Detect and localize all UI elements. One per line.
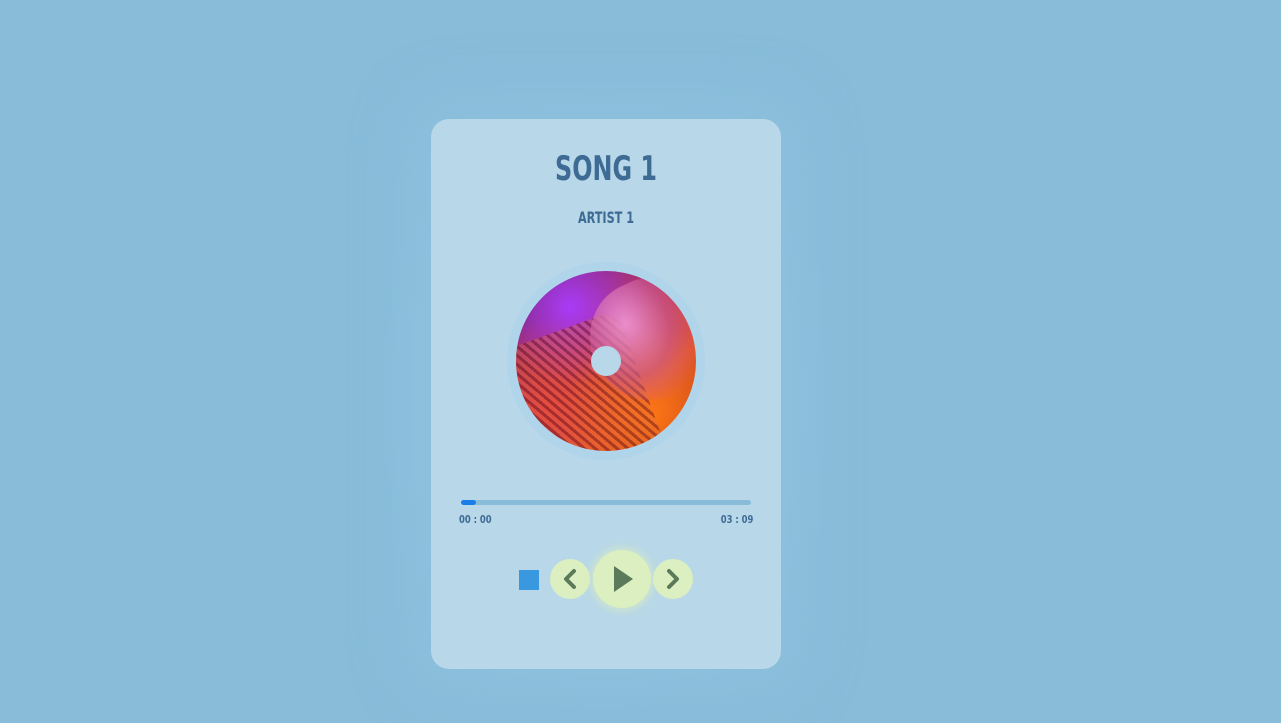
play-button[interactable]	[593, 550, 651, 608]
previous-button[interactable]	[550, 559, 590, 599]
stop-button[interactable]	[519, 570, 539, 590]
progress-fill	[461, 500, 476, 505]
chevron-left-icon	[564, 569, 576, 589]
music-player-card: SONG 1 ARTIST 1 00 : 00 03 : 09	[431, 119, 781, 669]
current-time: 00 : 00	[459, 513, 492, 526]
next-button[interactable]	[653, 559, 693, 599]
duration-time: 03 : 09	[720, 513, 753, 526]
album-art-disc	[516, 271, 696, 451]
progress-bar[interactable]	[461, 500, 751, 505]
play-icon	[614, 566, 633, 592]
song-title: SONG 1	[555, 149, 657, 189]
chevron-right-icon	[667, 569, 679, 589]
disc-center-hole	[591, 346, 621, 376]
artist-name: ARTIST 1	[577, 208, 635, 227]
